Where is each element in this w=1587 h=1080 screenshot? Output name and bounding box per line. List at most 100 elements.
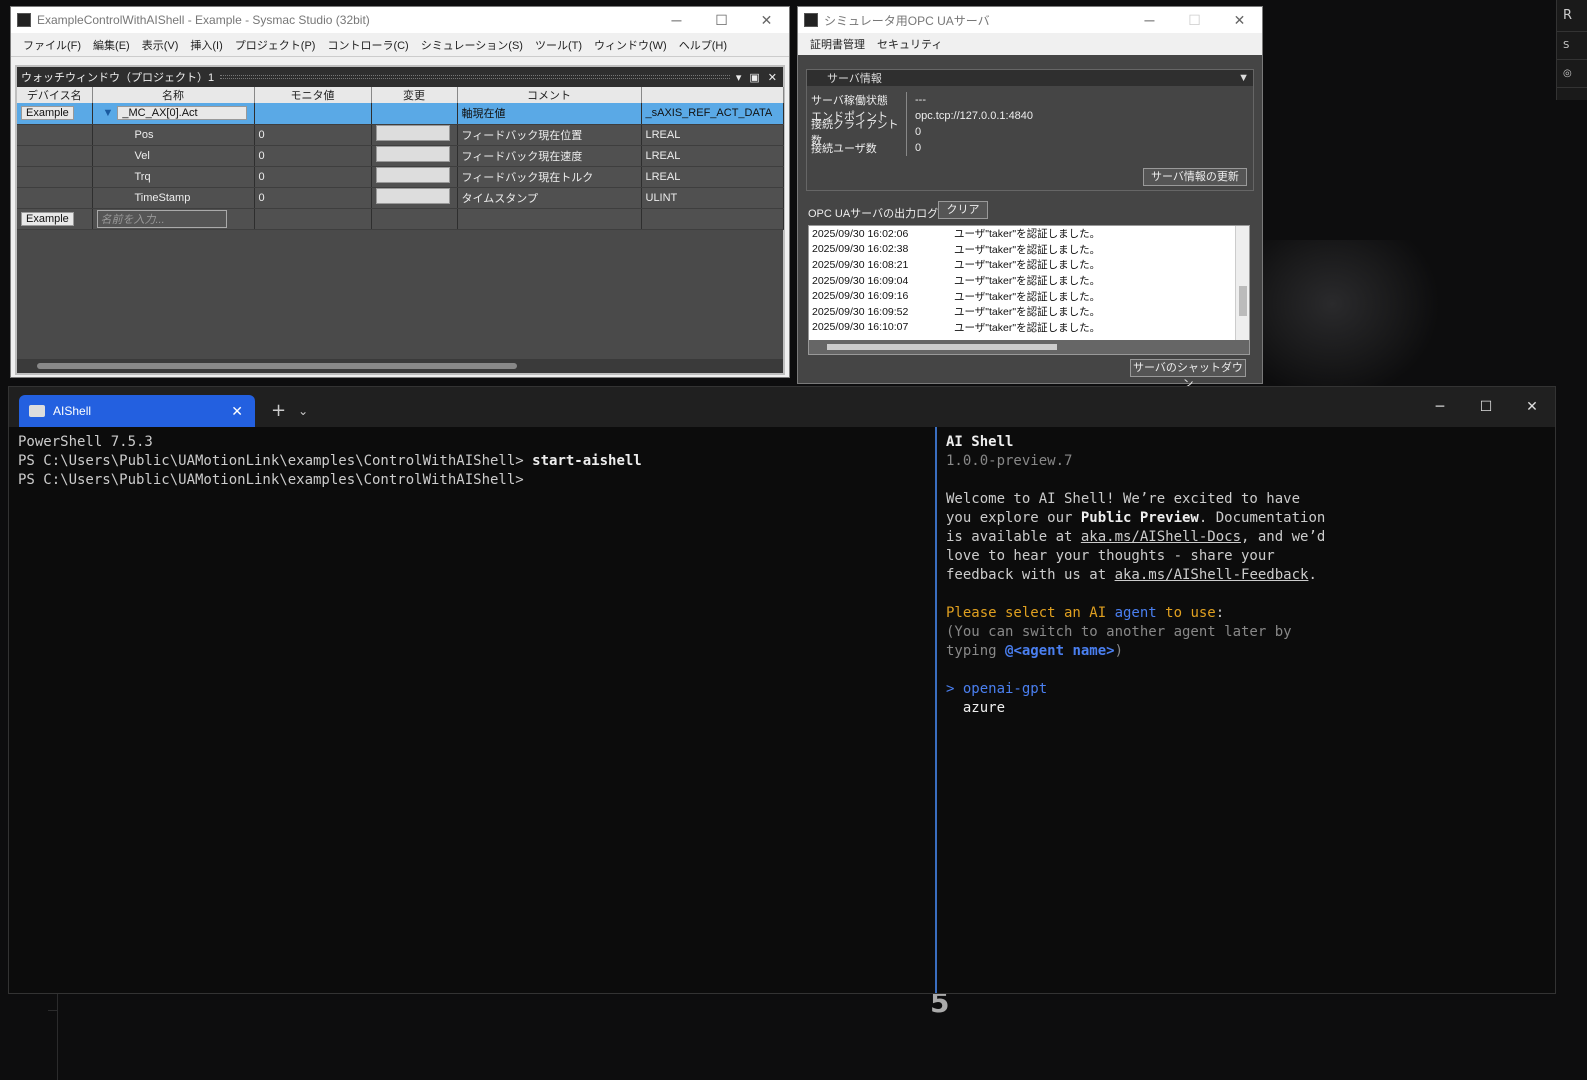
info-row: サーバ稼働状態 --- xyxy=(807,92,1253,108)
list-item: 2025/09/30 16:02:06 ユーザ"taker"を認証しました。 xyxy=(812,227,1101,241)
modify-input[interactable] xyxy=(375,125,450,141)
monitor-value xyxy=(254,103,372,125)
column-header-modify[interactable]: 変更 xyxy=(371,87,458,103)
vertical-scrollbar[interactable] xyxy=(1235,226,1249,340)
menu-edit[interactable]: 編集(E) xyxy=(87,37,136,53)
column-header-monitor[interactable]: モニタ値 xyxy=(254,87,372,103)
close-icon[interactable]: ✕ xyxy=(1217,12,1262,29)
device-cell xyxy=(17,145,93,167)
comment-cell: フィードバック現在位置 xyxy=(457,124,642,146)
tab-aishell[interactable]: AIShell ✕ xyxy=(19,395,255,427)
table-row[interactable]: Example 名前を入力... xyxy=(17,208,784,230)
column-header-type[interactable] xyxy=(641,87,784,103)
scrollbar-thumb[interactable] xyxy=(37,363,517,369)
menu-certificate[interactable]: 証明書管理 xyxy=(804,36,871,52)
watch-table: デバイス名 名称 モニタ値 変更 コメント Example ▼ _MC_AX[0]… xyxy=(17,87,784,230)
scrollbar-thumb[interactable] xyxy=(827,344,1057,350)
close-icon[interactable]: ✕ xyxy=(744,12,789,29)
device-cell xyxy=(17,187,93,209)
table-row[interactable]: Trq 0 フィードバック現在トルク LREAL xyxy=(17,166,784,188)
watch-title: ウォッチウィンドウ（プロジェクト）1 xyxy=(21,72,215,84)
name-cell[interactable]: _MC_AX[0].Act xyxy=(117,106,248,121)
dropdown-icon[interactable]: ▾ xyxy=(736,71,742,84)
minimize-icon[interactable]: ─ xyxy=(1127,12,1172,29)
minimize-icon[interactable]: ─ xyxy=(654,12,699,29)
modify-input[interactable] xyxy=(375,188,450,204)
table-row[interactable]: Vel 0 フィードバック現在速度 LREAL xyxy=(17,145,784,167)
server-info-header[interactable]: サーバ情報 ▼ xyxy=(807,70,1253,86)
modify-input[interactable] xyxy=(375,146,450,162)
column-header-comment[interactable]: コメント xyxy=(457,87,642,103)
modify-input[interactable] xyxy=(375,167,450,183)
maximize-icon[interactable]: ▣ xyxy=(749,71,759,84)
horizontal-scrollbar[interactable] xyxy=(17,359,783,373)
app-icon xyxy=(804,13,818,27)
menu-project[interactable]: プロジェクト(P) xyxy=(229,37,322,53)
minimize-icon[interactable]: ─ xyxy=(1417,399,1463,415)
sysmac-window: ExampleControlWithAIShell - Example - Sy… xyxy=(10,6,790,378)
desktop-wallpaper xyxy=(1260,240,1440,400)
chevron-down-icon[interactable]: ⌄ xyxy=(298,404,308,418)
name-input[interactable]: 名前を入力... xyxy=(96,209,227,228)
table-row[interactable]: TimeStamp 0 タイムスタンプ ULINT xyxy=(17,187,784,209)
column-header-name[interactable]: 名称 xyxy=(92,87,255,103)
close-icon[interactable]: ✕ xyxy=(768,71,777,84)
log-list: 2025/09/30 16:02:06 ユーザ"taker"を認証しました。 20… xyxy=(808,225,1250,355)
hint-text: typing @<agent name>) xyxy=(946,643,1124,659)
clear-log-button[interactable]: クリア xyxy=(938,201,988,219)
menu-tools[interactable]: ツール(T) xyxy=(529,37,588,53)
info-row: 接続クライアント数 0 xyxy=(807,116,1253,148)
device-cell[interactable]: Example xyxy=(21,211,74,226)
terminal-window: AIShell ✕ + ⌄ ─ ☐ ✕ PowerShell 7.5.3 PS … xyxy=(8,386,1556,994)
feedback-link[interactable]: aka.ms/AIShell-Feedback xyxy=(1115,567,1309,583)
menu-file[interactable]: ファイル(F) xyxy=(17,37,87,53)
title-bar: ExampleControlWithAIShell - Example - Sy… xyxy=(11,7,789,33)
menu-insert[interactable]: 挿入(I) xyxy=(184,37,228,53)
agent-option-selected[interactable]: > openai-gpt xyxy=(946,680,1546,699)
window-title: シミュレータ用OPC UAサーバ xyxy=(824,13,990,28)
menu-simulation[interactable]: シミュレーション(S) xyxy=(415,37,529,53)
menu-security[interactable]: セキュリティ xyxy=(871,36,948,52)
welcome-text: love to hear your thoughts - share your xyxy=(946,548,1275,564)
menu-view[interactable]: 表示(V) xyxy=(136,37,185,53)
edge-letter: R xyxy=(1557,0,1587,32)
menu-help[interactable]: ヘルプ(H) xyxy=(673,37,733,53)
maximize-icon[interactable]: ☐ xyxy=(699,12,744,29)
welcome-text: Welcome to AI Shell! We’re excited to ha… xyxy=(946,491,1301,507)
scrollbar-thumb[interactable] xyxy=(1239,286,1247,316)
name-cell: Vel xyxy=(92,145,255,167)
close-icon[interactable]: ✕ xyxy=(1509,399,1555,415)
agent-option[interactable]: azure xyxy=(946,699,1546,718)
table-row[interactable]: Example ▼ _MC_AX[0].Act 軸現在値 _sAXIS_REF_A… xyxy=(17,103,784,125)
powershell-pane[interactable]: PowerShell 7.5.3 PS C:\Users\Public\UAMo… xyxy=(9,427,935,993)
modify-cell xyxy=(371,103,458,125)
horizontal-scrollbar[interactable] xyxy=(809,340,1249,354)
maximize-icon[interactable]: ☐ xyxy=(1172,12,1217,29)
close-tab-icon[interactable]: ✕ xyxy=(231,403,243,420)
device-cell[interactable]: Example xyxy=(21,106,74,121)
column-header-device[interactable]: デバイス名 xyxy=(17,87,93,103)
refresh-server-info-button[interactable]: サーバ情報の更新 xyxy=(1143,168,1247,186)
list-item: 2025/09/30 16:09:52 ユーザ"taker"を認証しました。 xyxy=(812,305,1101,319)
docs-link[interactable]: aka.ms/AIShell-Docs xyxy=(1081,529,1241,545)
collapse-arrow-icon[interactable]: ▼ xyxy=(103,107,114,119)
type-cell: LREAL xyxy=(641,124,784,146)
background-window-edge: R S ◎ xyxy=(1556,0,1587,100)
monitor-value: 0 xyxy=(254,145,372,167)
prompt-line: PS C:\Users\Public\UAMotionLink\examples… xyxy=(18,472,524,488)
tab-bar: AIShell ✕ + ⌄ ─ ☐ ✕ xyxy=(9,387,1555,427)
menu-controller[interactable]: コントローラ(C) xyxy=(321,37,414,53)
shutdown-server-button[interactable]: サーバのシャットダウン xyxy=(1130,359,1246,390)
collapse-icon[interactable]: ▼ xyxy=(1238,72,1253,84)
desktop-line xyxy=(57,992,58,1080)
list-item: 2025/09/30 16:10:07 ユーザ"taker"を認証しました。 xyxy=(812,321,1101,334)
watch-title-bar: ウォッチウィンドウ（プロジェクト）1 ▾ ▣ ✕ xyxy=(17,67,783,87)
command-line: PS C:\Users\Public\UAMotionLink\examples… xyxy=(18,453,642,469)
menu-window[interactable]: ウィンドウ(W) xyxy=(588,37,673,53)
aishell-pane[interactable]: AI Shell 1.0.0-preview.7 Welcome to AI S… xyxy=(937,427,1555,993)
watch-window: ウォッチウィンドウ（プロジェクト）1 ▾ ▣ ✕ デバイス名 名称 モニタ値 変… xyxy=(15,65,785,375)
new-tab-icon[interactable]: + xyxy=(271,400,286,421)
maximize-icon[interactable]: ☐ xyxy=(1463,399,1509,415)
tab-label: AIShell xyxy=(53,404,92,418)
table-row[interactable]: Pos 0 フィードバック現在位置 LREAL xyxy=(17,124,784,146)
